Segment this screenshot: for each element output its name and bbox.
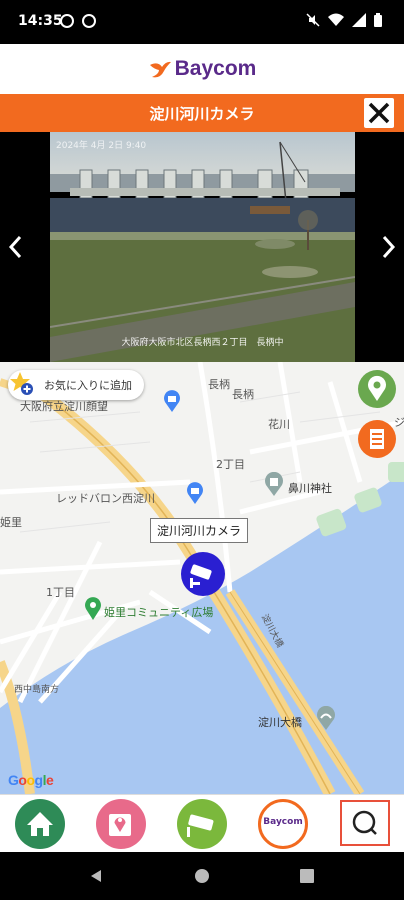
list-icon <box>370 429 384 449</box>
park-pin-icon[interactable] <box>84 596 102 620</box>
add-favorite-button[interactable]: お気に入りに追加 <box>8 370 144 400</box>
star-plus-icon <box>10 372 33 395</box>
wifi-icon <box>328 13 344 26</box>
battery-icon <box>374 13 382 27</box>
map-label: 2丁目 <box>216 458 245 471</box>
baycom-button-label: Baycom <box>263 817 303 827</box>
next-camera-button[interactable] <box>376 232 400 262</box>
map-label: 淀川大橋 <box>258 716 302 729</box>
map-label: 西中島南方 <box>14 685 60 695</box>
status-icons <box>306 13 382 27</box>
recents-icon[interactable] <box>300 869 314 883</box>
shopping-pin-icon[interactable] <box>186 482 204 504</box>
map-label: 1丁目 <box>46 586 75 599</box>
baycom-bird-icon <box>149 61 171 78</box>
app-screen: 14:35 Baycom 淀川河川カメラ 2024年 4月 2日 9:40 大阪… <box>0 0 404 900</box>
camera-button[interactable] <box>177 799 227 849</box>
camera-title-bar: 淀川河川カメラ <box>0 94 404 132</box>
google-logo: Google <box>8 772 54 788</box>
camera-scene: 2024年 4月 2日 9:40 <box>50 132 355 362</box>
mute-icon <box>306 13 320 27</box>
map-label: レッドバロン西淀川 <box>56 492 155 505</box>
camera-image: 2024年 4月 2日 9:40 大阪府大阪市北区長柄西２丁目 長柄中 <box>50 132 355 362</box>
chevron-left-icon <box>8 235 22 259</box>
baycom-button[interactable]: Baycom <box>258 799 308 849</box>
camera-list-button[interactable] <box>358 420 396 458</box>
map-view[interactable]: 大阪府立淀川顔望 長柄 長柄 花川 2丁目 鼻川神社 レッドバロン西淀川 姫里 … <box>0 362 404 794</box>
map-label: 姫里コミュニティ広場 <box>104 606 214 619</box>
location-button[interactable] <box>358 370 396 408</box>
map-button[interactable] <box>96 799 146 849</box>
app-header: Baycom <box>0 44 404 94</box>
back-icon[interactable] <box>88 868 104 884</box>
system-nav-bar <box>0 852 404 900</box>
close-icon <box>368 102 390 124</box>
chevron-right-icon <box>382 235 396 259</box>
prev-camera-button[interactable] <box>4 232 28 262</box>
shopping-pin-icon[interactable] <box>163 390 181 412</box>
map-label: 長柄 <box>208 378 230 391</box>
notification-icon <box>82 14 96 28</box>
camera-timestamp: 2024年 4月 2日 9:40 <box>56 139 146 151</box>
status-time: 14:35 <box>18 13 63 29</box>
camera-caption: 大阪府大阪市北区長柄西２丁目 長柄中 <box>121 338 284 348</box>
map-label: 姫里 <box>0 516 22 529</box>
status-bar: 14:35 <box>0 0 404 44</box>
home-nav-icon[interactable] <box>194 868 210 884</box>
baycom-logo[interactable]: Baycom <box>148 57 257 81</box>
map-label: 花川 <box>268 418 290 431</box>
logo-text: Baycom <box>174 57 257 80</box>
map-label: 鼻川神社 <box>288 482 332 495</box>
camera-title: 淀川河川カメラ <box>149 105 255 123</box>
close-button[interactable] <box>364 98 394 128</box>
notification-icon <box>60 14 74 28</box>
map-pin-icon <box>109 814 131 836</box>
signal-icon <box>352 13 366 27</box>
location-pin-icon <box>368 375 386 401</box>
map-label: 長柄 <box>232 388 254 401</box>
cctv-icon <box>187 814 214 837</box>
camera-marker-label[interactable]: 淀川河川カメラ <box>150 518 249 543</box>
cctv-camera-icon <box>190 564 212 588</box>
camera-viewer: 2024年 4月 2日 9:40 大阪府大阪市北区長柄西２丁目 長柄中 <box>0 132 404 362</box>
home-icon <box>27 812 53 836</box>
bridge-pin-icon[interactable] <box>316 706 336 730</box>
bottom-nav: Baycom <box>0 794 404 852</box>
search-button[interactable] <box>340 800 390 846</box>
add-favorite-label: お気に入りに追加 <box>44 379 132 392</box>
search-icon <box>352 810 377 835</box>
home-button[interactable] <box>15 799 65 849</box>
camera-marker[interactable] <box>181 552 225 596</box>
shrine-pin-icon[interactable] <box>264 472 284 496</box>
map-label: 大阪府立淀川顔望 <box>20 400 108 413</box>
